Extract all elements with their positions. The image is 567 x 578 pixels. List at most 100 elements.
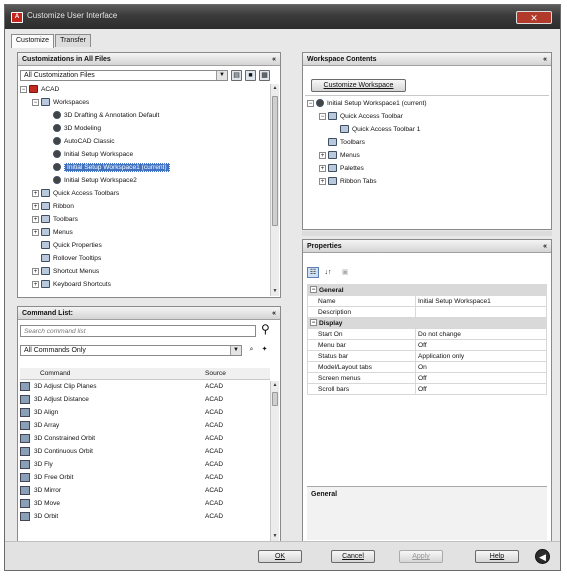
tree-item[interactable]: + Shortcut Menus [32,266,99,278]
scroll-down-icon[interactable]: ▼ [271,287,279,296]
property-row[interactable]: Menu bar Off [307,339,547,351]
collapse-node-icon[interactable]: − [307,99,314,107]
property-row[interactable]: Name Initial Setup Workspace1 [307,295,547,307]
collapse-node-icon[interactable]: − [20,85,27,93]
collapse-node-icon[interactable]: − [319,112,326,120]
tree-item[interactable]: + Palettes [319,163,364,175]
table-row[interactable]: 3D Move ACAD [20,498,260,509]
collapse-icon[interactable]: « [543,53,547,66]
tree-item[interactable]: Initial Setup Workspace2 [44,175,137,187]
tree-item[interactable]: + Ribbon Tabs [319,176,377,188]
apply-button[interactable]: Apply [399,550,443,563]
properties-grid[interactable]: − General Name Initial Setup Workspace1 Desc… [307,284,547,395]
expand-icon[interactable]: + [32,267,39,275]
table-row[interactable]: 3D Orbit ACAD [20,511,260,522]
tree-item[interactable]: − Initial Setup Workspace1 (current) [307,98,427,110]
command-search-input[interactable] [20,325,256,337]
property-row[interactable]: Description [307,306,547,318]
property-row[interactable]: Scroll bars Off [307,383,547,395]
collapse-icon[interactable]: « [543,240,547,253]
tree-item[interactable]: Quick Access Toolbar 1 [331,124,420,136]
tree-item[interactable]: + Quick Access Toolbars [32,188,119,200]
property-pages-icon[interactable]: ▣ [339,267,351,278]
tree-item[interactable]: + Ribbon [32,201,74,213]
collapse-icon[interactable]: « [272,307,276,320]
property-value[interactable]: Initial Setup Workspace1 [415,295,547,307]
tree-item[interactable]: Initial Setup Workspace1 (current) [44,162,170,174]
table-row[interactable]: 3D Constrained Orbit ACAD [20,433,260,444]
table-row[interactable]: 3D Align ACAD [20,407,260,418]
display-filters-icon[interactable]: ▦ [259,70,270,81]
customizations-scrollbar[interactable]: ▲ ▼ [270,84,279,296]
property-row[interactable]: Start On Do not change [307,328,547,340]
tree-item[interactable]: + Keyboard Shortcuts [32,279,111,291]
expand-icon[interactable]: + [32,189,39,197]
collapse-node-icon[interactable]: − [310,286,317,294]
find-command-icon[interactable]: ⌕ [246,345,257,356]
table-row[interactable]: 3D Adjust Distance ACAD [20,394,260,405]
sort-alphabetic-icon[interactable]: ↓↑ [322,267,334,278]
categorized-icon[interactable]: ☷ [307,267,319,278]
tree-item[interactable]: − Quick Access Toolbar [319,111,403,123]
property-value[interactable]: Do not change [415,328,547,340]
new-command-icon[interactable]: ✦ [259,345,270,356]
panel-splitter[interactable] [302,231,552,236]
tree-item[interactable]: 3D Modeling [44,123,101,135]
expand-icon[interactable]: + [32,280,39,288]
scroll-down-icon[interactable]: ▼ [271,532,279,541]
expand-collapse-icon[interactable]: ◀ [535,549,550,564]
ok-button[interactable]: OK [258,550,302,563]
command-table-body[interactable]: 3D Adjust Clip Planes ACAD 3D Adjust Dista… [20,381,270,541]
collapse-icon[interactable]: « [272,53,276,66]
property-value[interactable]: On [415,361,547,373]
chevron-down-icon[interactable]: ▼ [216,71,227,80]
tree-item[interactable]: + Menus [32,227,73,239]
table-row[interactable]: 3D Mirror ACAD [20,485,260,496]
expand-icon[interactable]: + [32,228,39,236]
property-value[interactable] [415,306,547,318]
expand-icon[interactable]: + [319,177,326,185]
tree-item[interactable]: 3D Drafting & Annotation Default [44,110,159,122]
property-category[interactable]: − General [307,284,547,296]
scroll-up-icon[interactable]: ▲ [271,84,279,93]
collapse-node-icon[interactable]: − [310,319,317,327]
property-value[interactable]: Off [415,383,547,395]
customizations-tree[interactable]: − ACAD − Workspaces 3D Drafting & Annotation… [20,84,268,296]
scroll-thumb[interactable] [272,96,278,226]
property-category[interactable]: − Display [307,317,547,329]
workspace-contents-tree[interactable]: − Initial Setup Workspace1 (current) − Quic… [307,98,547,198]
table-row[interactable]: 3D Free Orbit ACAD [20,472,260,483]
expand-icon[interactable]: + [319,151,326,159]
column-header-source[interactable]: Source [205,368,226,379]
tree-item[interactable]: Quick Properties [32,240,102,252]
command-list-scrollbar[interactable]: ▲ ▼ [270,381,279,541]
table-row[interactable]: 3D Array ACAD [20,420,260,431]
scroll-up-icon[interactable]: ▲ [271,381,279,390]
tree-item[interactable]: + Toolbars [32,214,78,226]
tree-item[interactable]: Toolbars [319,137,365,149]
property-value[interactable]: Off [415,339,547,351]
property-row[interactable]: Status bar Application only [307,350,547,362]
table-row[interactable]: 3D Continuous Orbit ACAD [20,446,260,457]
tree-item[interactable]: − ACAD [20,84,59,96]
tree-item[interactable]: + Menus [319,150,360,162]
close-button[interactable]: ✕ [516,11,552,24]
property-row[interactable]: Screen menus Off [307,372,547,384]
customize-workspace-button[interactable]: Customize Workspace [311,79,406,92]
tree-item[interactable]: Rollover Tooltips [32,253,101,265]
tree-item[interactable]: − Workspaces [32,97,89,109]
property-row[interactable]: Model/Layout tabs On [307,361,547,373]
tree-item[interactable]: Initial Setup Workspace [44,149,133,161]
customization-file-select[interactable]: All Customization Files ▼ [20,70,228,81]
collapse-node-icon[interactable]: − [32,98,39,106]
tree-item[interactable]: AutoCAD Classic [44,136,115,148]
help-button[interactable]: Help [475,550,519,563]
table-row[interactable]: 3D Adjust Clip Planes ACAD [20,381,260,392]
tab-transfer[interactable]: Transfer [55,34,91,47]
column-header-command[interactable]: Command [40,368,70,379]
cancel-button[interactable]: Cancel [331,550,375,563]
expand-icon[interactable]: + [319,164,326,172]
open-file-icon[interactable]: ▤ [231,70,242,81]
chevron-down-icon[interactable]: ▼ [230,346,241,355]
property-value[interactable]: Off [415,372,547,384]
